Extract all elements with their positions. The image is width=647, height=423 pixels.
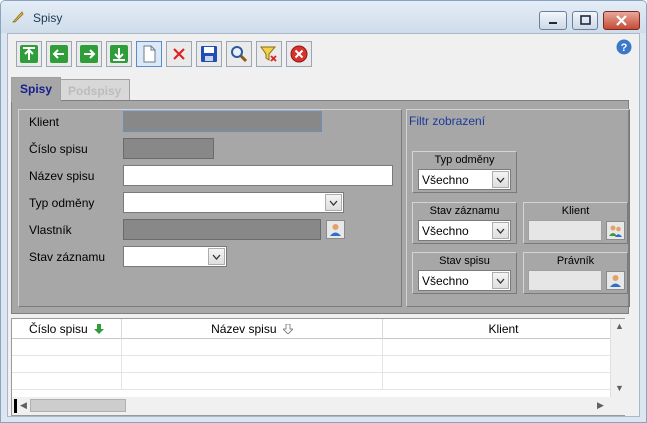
scroll-right-icon[interactable]: ▶ [597, 400, 604, 411]
cislo-spisu-label: Číslo spisu [29, 142, 88, 156]
delete-record-button[interactable] [166, 41, 192, 67]
row-caret [14, 399, 17, 413]
arrow-up-icon [20, 45, 38, 63]
sort-down-arrow-icon [94, 324, 105, 334]
maximize-icon [580, 15, 591, 25]
save-button[interactable] [196, 41, 222, 67]
filter-stav-zaznamu-group: Stav záznamu Všechno [412, 202, 517, 244]
stav-zaznamu-label: Stav záznamu [29, 250, 106, 264]
chevron-down-icon[interactable] [492, 222, 509, 239]
filter-pravnik-group: Právník [523, 252, 628, 294]
new-record-button[interactable] [136, 41, 162, 67]
column-header-cislo-spisu[interactable]: Číslo spisu [12, 319, 122, 339]
filter-klient-field [528, 220, 602, 241]
chevron-down-icon[interactable] [325, 194, 342, 211]
nazev-spisu-input[interactable] [123, 165, 393, 186]
chevron-down-icon[interactable] [492, 171, 509, 188]
filter-stav-spisu-group: Stav spisu Všechno [412, 252, 517, 294]
first-record-button[interactable] [16, 41, 42, 67]
horizontal-scroll-thumb[interactable] [30, 399, 126, 412]
window-close-button[interactable] [603, 11, 640, 30]
vlastnik-label: Vlastník [29, 223, 72, 237]
filter-typ-odmeny-select[interactable]: Všechno [418, 169, 511, 190]
horizontal-scrollbar[interactable]: ◀ ▶ [12, 397, 626, 415]
user-icon [610, 275, 621, 287]
records-grid[interactable]: Číslo spisu Název spisu Klient ▲ ▼ ◀ ▶ [11, 318, 626, 416]
klient-field [123, 111, 322, 132]
filter-klient-lookup-button[interactable] [606, 221, 625, 240]
red-circle-x-icon [290, 45, 308, 63]
help-icon[interactable]: ? [616, 39, 632, 55]
delete-x-icon [173, 48, 185, 60]
title-bar[interactable]: Spisy [1, 1, 646, 33]
stav-zaznamu-select[interactable] [123, 246, 227, 267]
users-icon [609, 225, 622, 237]
filter-klient-group: Klient [523, 202, 628, 244]
chevron-down-icon[interactable] [492, 272, 509, 289]
window-title: Spisy [33, 11, 63, 25]
column-header-klient[interactable]: Klient [383, 319, 624, 339]
spisy-tab-panel: Klient Číslo spisu Název spisu Typ odměn… [11, 100, 630, 314]
filter-typ-odmeny-group: Typ odměny Všechno [412, 151, 517, 193]
filter-pravnik-field [528, 270, 602, 291]
typ-odmeny-label: Typ odměny [29, 196, 95, 210]
new-document-icon [143, 45, 156, 63]
filter-panel: Filtr zobrazení Typ odměny Všechno Stav … [406, 109, 630, 307]
user-icon [330, 224, 341, 236]
column-header-nazev-spisu[interactable]: Název spisu [122, 319, 383, 339]
floppy-disk-icon [201, 46, 217, 62]
table-row[interactable] [12, 339, 624, 356]
vertical-scrollbar[interactable]: ▲ ▼ [610, 319, 626, 397]
tab-podspisy[interactable]: Podspisy [59, 79, 131, 101]
vlastnik-field [123, 219, 321, 240]
last-record-button[interactable] [106, 41, 132, 67]
scroll-left-icon[interactable]: ◀ [20, 400, 27, 411]
search-button[interactable] [226, 41, 252, 67]
filter-pravnik-lookup-button[interactable] [606, 271, 625, 290]
feather-pen-icon [12, 11, 24, 23]
klient-label: Klient [29, 115, 60, 129]
scroll-up-icon[interactable]: ▲ [615, 321, 624, 331]
table-row[interactable] [12, 373, 624, 390]
maximize-button[interactable] [572, 11, 598, 30]
form-client-area: ? Spisy Podspisy Klient Číslo spisu Náze… [7, 33, 640, 417]
magnifier-icon [231, 46, 248, 63]
minimize-button[interactable] [539, 11, 567, 30]
filter-clear-icon [260, 46, 277, 62]
next-record-button[interactable] [76, 41, 102, 67]
nazev-spisu-label: Název spisu [29, 169, 95, 183]
filter-title: Filtr zobrazení [409, 114, 486, 128]
tab-spisy[interactable]: Spisy [11, 77, 62, 102]
vlastnik-lookup-button[interactable] [326, 220, 345, 239]
cislo-spisu-field [123, 138, 214, 159]
arrow-down-icon [110, 45, 128, 63]
typ-odmeny-select[interactable] [123, 192, 344, 213]
clear-filter-button[interactable] [256, 41, 282, 67]
close-icon [616, 15, 627, 26]
sort-arrow-icon [281, 323, 295, 335]
filter-stav-spisu-select[interactable]: Všechno [418, 270, 511, 291]
minimize-icon [549, 22, 557, 24]
record-form: Klient Číslo spisu Název spisu Typ odměn… [18, 109, 402, 307]
table-row[interactable] [12, 356, 624, 373]
close-form-button[interactable] [286, 41, 312, 67]
previous-record-button[interactable] [46, 41, 72, 67]
grid-header: Číslo spisu Název spisu Klient [12, 319, 624, 339]
svg-text:?: ? [621, 42, 628, 54]
arrow-right-icon [80, 45, 98, 63]
spisy-window: Spisy ? Spisy Podspisy Klient Číslo spis… [0, 0, 647, 423]
arrow-left-icon [50, 45, 68, 63]
filter-stav-zaznamu-select[interactable]: Všechno [418, 220, 511, 241]
scroll-down-icon[interactable]: ▼ [615, 383, 624, 393]
chevron-down-icon[interactable] [208, 248, 225, 265]
